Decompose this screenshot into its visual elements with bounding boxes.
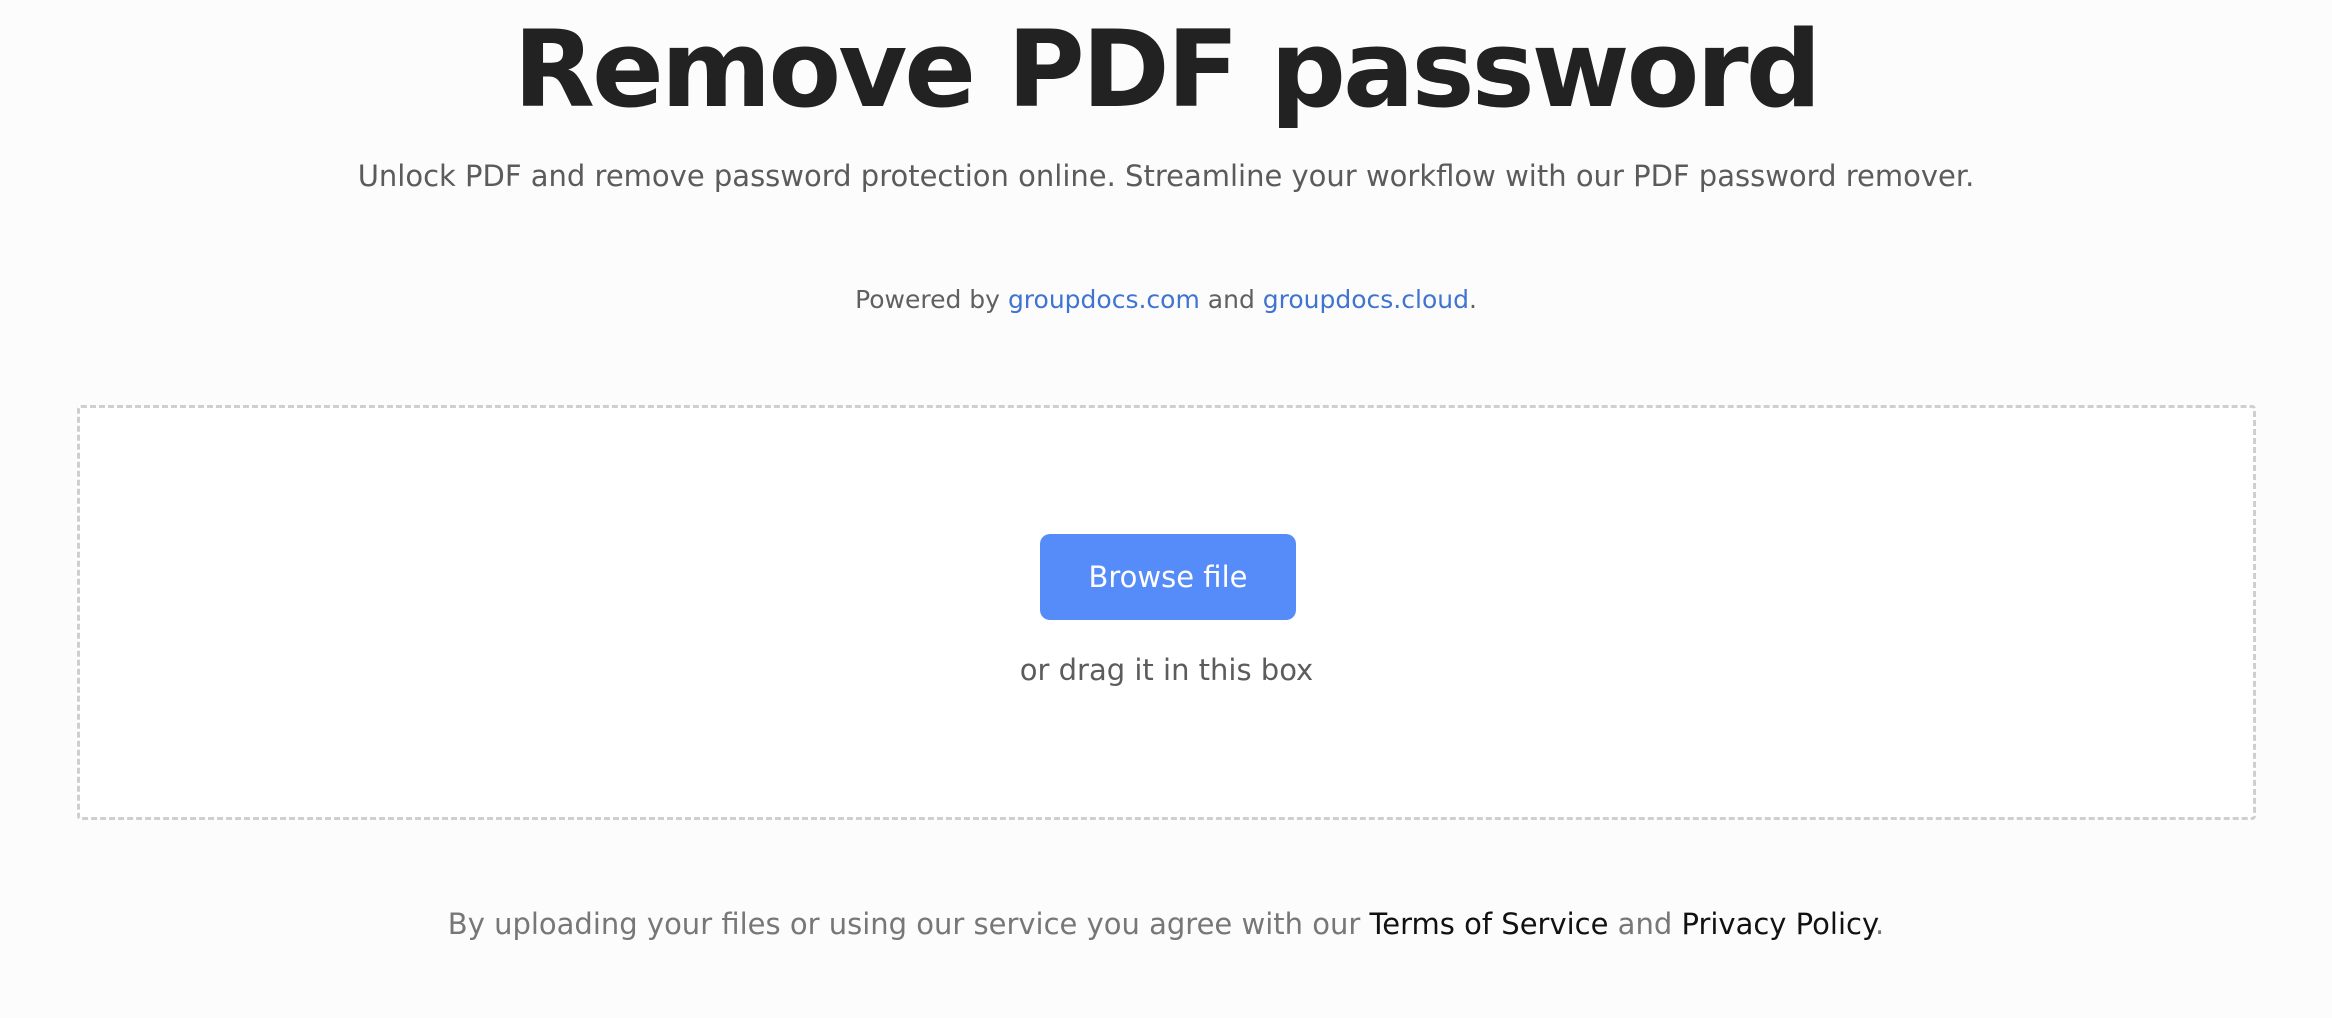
terms-notice-prefix: By uploading your files or using our ser…: [447, 907, 1370, 941]
powered-by-line: Powered by groupdocs.com and groupdocs.c…: [0, 282, 2332, 318]
file-drop-zone[interactable]: Browse file or drag it in this box: [77, 405, 2256, 820]
terms-of-service-link[interactable]: Terms of Service: [1370, 907, 1609, 941]
drag-hint-text: or drag it in this box: [1019, 653, 1314, 687]
terms-notice-and: and: [1608, 907, 1682, 941]
privacy-policy-link[interactable]: Privacy Policy: [1681, 907, 1875, 941]
powered-by-suffix: .: [1468, 285, 1477, 314]
terms-notice: By uploading your files or using our ser…: [0, 904, 2332, 944]
page: Remove PDF password Unlock PDF and remov…: [0, 0, 2332, 1018]
powered-by-prefix: Powered by: [855, 285, 1008, 314]
groupdocs-com-link[interactable]: groupdocs.com: [1008, 285, 1200, 314]
page-subtitle: Unlock PDF and remove password protectio…: [357, 159, 1975, 193]
browse-file-button[interactable]: Browse file: [1040, 534, 1296, 620]
page-title: Remove PDF password: [513, 8, 1821, 131]
terms-notice-suffix: .: [1874, 907, 1885, 941]
groupdocs-cloud-link[interactable]: groupdocs.cloud: [1263, 285, 1469, 314]
powered-by-and: and: [1199, 285, 1263, 314]
